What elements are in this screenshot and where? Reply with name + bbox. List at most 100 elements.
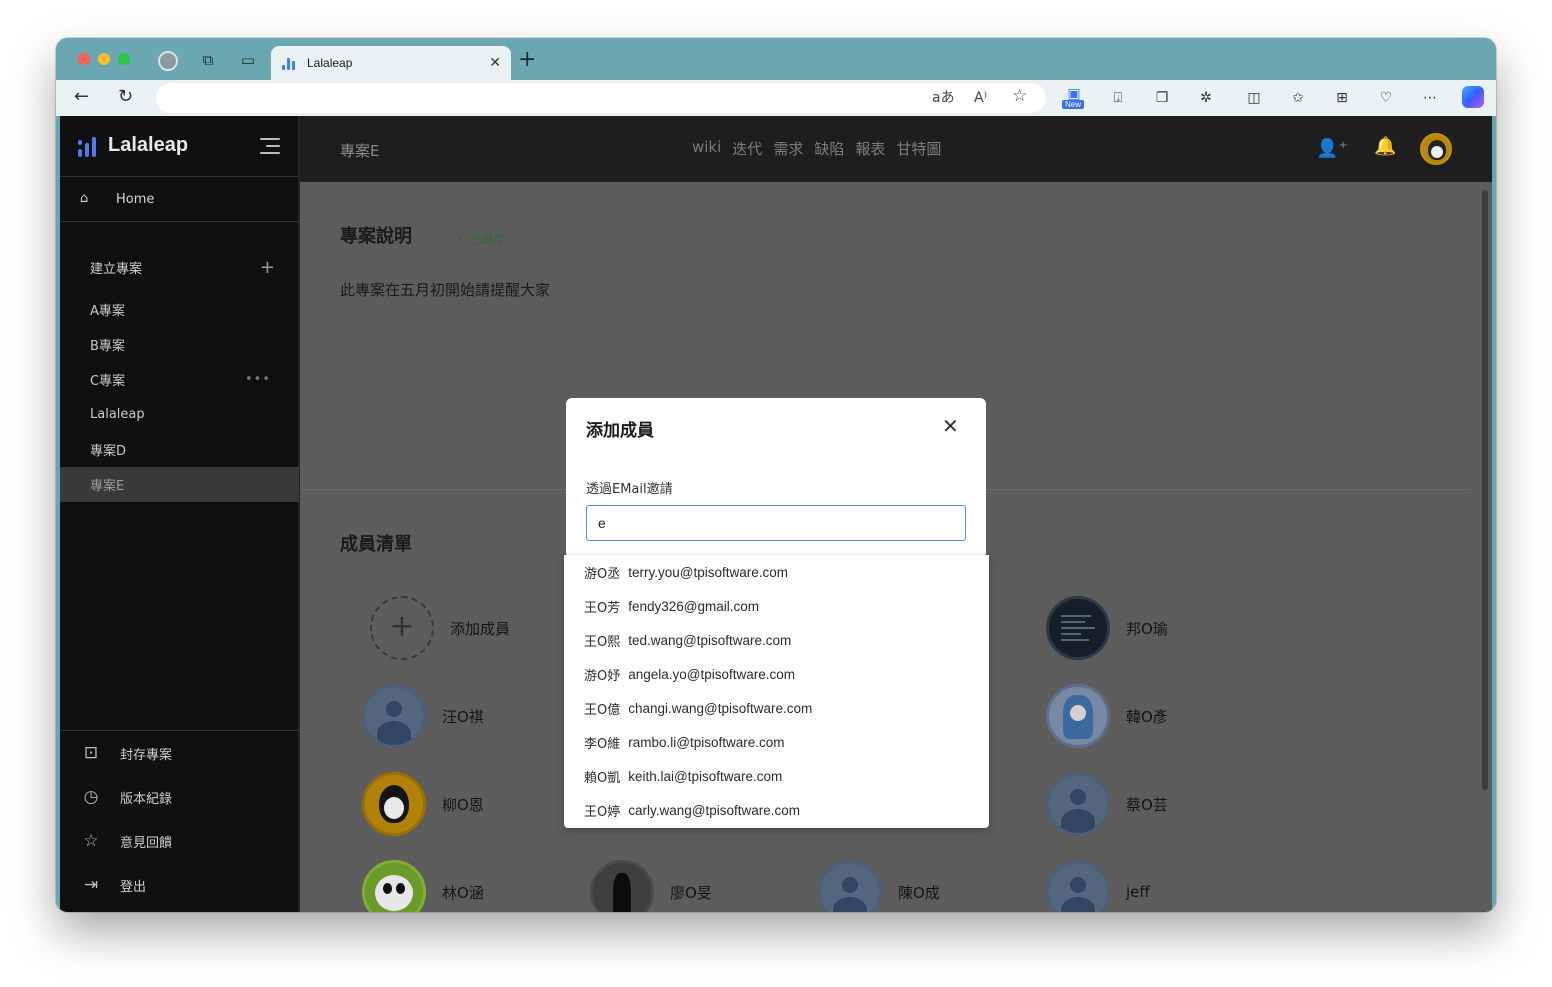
sidebar-item-project[interactable]: C專案 ••• xyxy=(60,362,299,397)
new-tab-button[interactable]: + xyxy=(518,49,536,71)
suggestion-item[interactable]: 賴O凱 keith.lai@tpisoftware.com xyxy=(564,759,989,793)
sidebar-item-project-active[interactable]: 專案E xyxy=(60,467,299,502)
workspaces-icon[interactable]: ⧉ xyxy=(198,50,218,70)
member-card[interactable]: 陳O成 xyxy=(818,860,940,912)
favorite-star-icon[interactable]: ☆ xyxy=(1012,87,1027,105)
avatar xyxy=(818,860,882,912)
sidebar-item-label: Home xyxy=(116,191,155,207)
member-card[interactable]: 汪O祺 xyxy=(362,684,484,748)
member-card[interactable]: 蔡O芸 xyxy=(1046,772,1168,836)
suggestion-email: terry.you@tpisoftware.com xyxy=(628,564,788,580)
sidebar-item-version-history[interactable]: ◷ 版本紀錄 xyxy=(80,786,172,808)
tab-defects[interactable]: 缺陷 xyxy=(814,138,844,159)
collections-icon[interactable]: ⊞ xyxy=(1332,88,1352,108)
tab-requirements[interactable]: 需求 xyxy=(773,138,803,159)
create-project-row: 建立專案 + xyxy=(90,258,275,277)
suggestion-item[interactable]: 王O婷 carly.wang@tpisoftware.com xyxy=(564,793,989,827)
collapse-menu-icon[interactable] xyxy=(260,138,280,154)
suggestion-item[interactable]: 王O芳 fendy326@gmail.com xyxy=(564,589,989,623)
suggestion-item[interactable]: 游O妤 angela.yo@tpisoftware.com xyxy=(564,657,989,691)
extension-pages-icon[interactable]: ❐ xyxy=(1152,88,1172,108)
create-project-label: 建立專案 xyxy=(90,262,143,277)
browser-tab[interactable]: Lalaleap ✕ xyxy=(271,46,511,80)
suggestion-email: rambo.li@tpisoftware.com xyxy=(628,734,785,750)
close-tab-icon[interactable]: ✕ xyxy=(489,55,501,71)
avatar xyxy=(1046,596,1110,660)
member-card[interactable]: 韓O彥 xyxy=(1046,684,1168,748)
profile-icon[interactable] xyxy=(158,51,178,71)
browser-toolbar: ← ↻ aあ A⁾ ☆ ▣ New ⍗ ❐ ✲ ◫ ✩ ⊞ ♡ ⋯ xyxy=(56,80,1496,116)
address-bar[interactable]: aあ A⁾ ☆ xyxy=(156,83,1046,113)
tab-iteration[interactable]: 迭代 xyxy=(732,138,762,159)
sidebar-item-project[interactable]: B專案 xyxy=(60,327,299,362)
sidebar-item-logout[interactable]: ⇥ 登出 xyxy=(80,874,146,896)
translate-icon[interactable]: aあ xyxy=(932,89,955,107)
suggestion-name: 李O維 xyxy=(584,736,621,752)
feedback-icon: ☆ xyxy=(83,831,99,851)
favorites-icon[interactable]: ✩ xyxy=(1288,88,1308,108)
sidebar: Lalaleap ⌂ Home 建立專案 + A專案 B專案 C專案 ••• La… xyxy=(60,116,299,912)
description-title: 專案說明 xyxy=(340,226,412,247)
sidebar-item-label: 登出 xyxy=(120,879,147,895)
reload-icon[interactable]: ↻ xyxy=(118,87,133,107)
tab-wiki[interactable]: wiki xyxy=(692,138,721,159)
project-label: B專案 xyxy=(90,339,125,354)
member-card[interactable]: 林O涵 xyxy=(362,860,484,912)
logout-icon: ⇥ xyxy=(83,875,99,895)
divider xyxy=(60,221,299,222)
more-options-icon[interactable]: ⋯ xyxy=(1420,88,1440,108)
suggestion-name: 賴O凱 xyxy=(584,770,621,786)
member-card[interactable]: 邦O瑜 xyxy=(1046,596,1168,660)
suggestion-email: fendy326@gmail.com xyxy=(628,598,760,614)
divider xyxy=(60,730,299,731)
project-nav: wiki 迭代 需求 缺陷 報表 甘特圖 xyxy=(692,138,941,159)
member-name: 陳O成 xyxy=(898,883,940,902)
sidebar-item-project[interactable]: 專案D xyxy=(60,432,299,467)
suggestion-item[interactable]: 游O丞 terry.you@tpisoftware.com xyxy=(564,555,989,589)
add-member-button[interactable]: + 添加成員 xyxy=(370,596,510,660)
tab-gantt[interactable]: 甘特圖 xyxy=(896,138,941,159)
plus-circle-icon: + xyxy=(370,596,434,660)
suggestion-name: 王O億 xyxy=(584,702,621,718)
member-card[interactable]: 廖O旻 xyxy=(590,860,712,912)
tab-actions-icon[interactable]: ▭ xyxy=(238,50,258,70)
sidebar-item-project[interactable]: Lalaleap xyxy=(60,397,299,432)
brand[interactable]: Lalaleap xyxy=(78,134,188,157)
email-suggestion-dropdown: 游O丞 terry.you@tpisoftware.com 王O芳 fendy326… xyxy=(564,555,989,828)
project-description[interactable]: 此專案在五月初開始請提醒大家 xyxy=(340,279,550,300)
suggestion-item[interactable]: 王O熙 ted.wang@tpisoftware.com xyxy=(564,623,989,657)
member-card[interactable]: 柳O恩 xyxy=(362,772,484,836)
email-invite-label: 透過EMail邀請 xyxy=(586,482,673,497)
split-screen-icon[interactable]: ◫ xyxy=(1244,88,1264,108)
minimize-window-button[interactable] xyxy=(98,53,110,65)
project-more-icon[interactable]: ••• xyxy=(245,372,271,387)
back-arrow-icon[interactable]: ← xyxy=(74,87,89,107)
sidebar-item-project[interactable]: A專案 xyxy=(60,292,299,327)
project-label: Lalaleap xyxy=(90,407,145,422)
saved-label: 已儲存 xyxy=(471,233,505,246)
browser-essentials-icon[interactable]: ♡ xyxy=(1376,88,1396,108)
suggestion-item[interactable]: 李O維 rambo.li@tpisoftware.com xyxy=(564,725,989,759)
suggestion-item[interactable]: 王O億 changi.wang@tpisoftware.com xyxy=(564,691,989,725)
scrollbar[interactable] xyxy=(1482,190,1488,790)
add-user-icon[interactable]: 👤⁺ xyxy=(1316,138,1348,159)
avatar[interactable] xyxy=(1420,133,1452,165)
bell-icon[interactable]: 🔔 xyxy=(1374,136,1396,157)
email-invite-input[interactable] xyxy=(586,505,966,541)
member-name: 廖O旻 xyxy=(670,883,712,902)
read-aloud-icon[interactable]: A⁾ xyxy=(974,89,987,107)
member-card[interactable]: jeff xyxy=(1046,860,1150,912)
copilot-icon[interactable] xyxy=(1462,86,1484,108)
add-member-modal: 添加成員 ✕ 透過EMail邀請 xyxy=(566,398,986,558)
sidebar-item-archive[interactable]: ⊡ 封存專案 xyxy=(80,742,172,764)
member-name: 邦O瑜 xyxy=(1126,619,1168,638)
tab-reports[interactable]: 報表 xyxy=(855,138,885,159)
close-icon[interactable]: ✕ xyxy=(942,414,959,438)
sidebar-item-feedback[interactable]: ☆ 意見回饋 xyxy=(80,830,172,852)
extension-download-icon[interactable]: ⍗ xyxy=(1108,88,1128,108)
extensions-puzzle-icon[interactable]: ✲ xyxy=(1196,88,1216,108)
maximize-window-button[interactable] xyxy=(118,53,130,65)
close-window-button[interactable] xyxy=(78,53,90,65)
sidebar-item-home[interactable]: ⌂ Home xyxy=(60,177,299,221)
add-project-icon[interactable]: + xyxy=(260,258,275,277)
